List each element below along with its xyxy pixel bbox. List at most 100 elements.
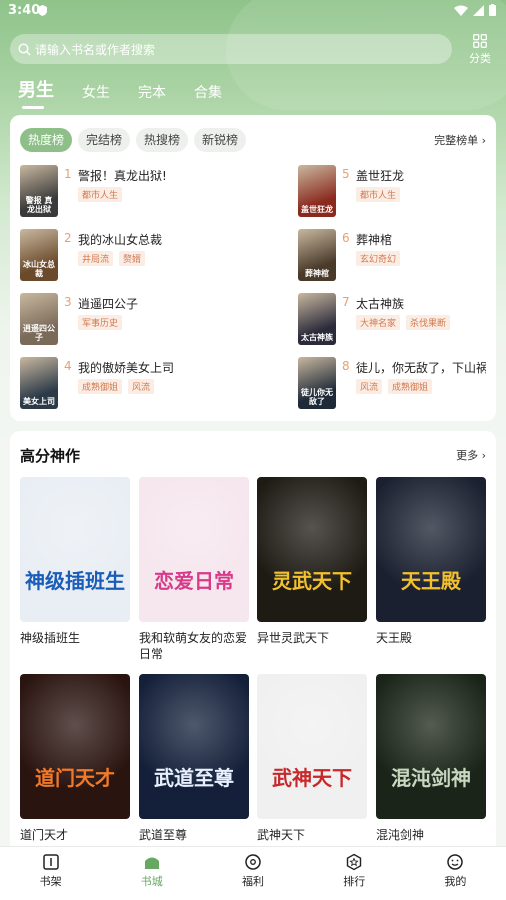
book-title: 我的傲娇美女上司 [78, 361, 175, 375]
nav-bookshelf[interactable]: 书架 [0, 847, 101, 900]
nav-label: 排行 [343, 875, 366, 888]
book-card[interactable]: 神级插班生 神级插班生 [20, 477, 130, 646]
full-ranking-link[interactable]: 完整榜单 › [434, 132, 486, 148]
book-tags: 都市人生 [356, 187, 401, 202]
tab-female[interactable]: 女生 [82, 82, 110, 102]
book-cover: 盖世狂龙 [298, 165, 336, 217]
ranking-item[interactable]: 逍遥四公子 3 逍遥四公子 军事历史 [20, 293, 240, 345]
genre-tag: 玄幻奇幻 [356, 251, 401, 266]
book-tags: 井局流 赘婿 [78, 251, 146, 266]
cover-text: 美女上司 [23, 397, 55, 406]
ranking-item[interactable]: 徒儿你无敌了 8 徒儿，你无敌了，下山祸 风流 成熟御姐 [298, 357, 506, 409]
book-cover: 灵武天下 [257, 477, 367, 622]
rank-number: 7 [342, 295, 350, 309]
ranking-item[interactable]: 美女上司 4 我的傲娇美女上司 成熟御姐 风流 [20, 357, 240, 409]
bookshelf-icon [42, 854, 59, 870]
book-card[interactable]: 武道至尊 武道至尊 [139, 674, 249, 843]
nav-profile[interactable]: 我的 [405, 847, 506, 900]
book-title: 警报！真龙出狱! [78, 169, 167, 183]
ranking-item[interactable]: 盖世狂龙 5 盖世狂龙 都市人生 [298, 165, 506, 217]
book-tags: 风流 成熟御姐 [356, 379, 433, 394]
genre-tag: 赘婿 [119, 251, 146, 266]
nav-ranking[interactable]: 排行 [304, 847, 405, 900]
book-cover: 天王殿 [376, 477, 486, 622]
welfare-icon [245, 854, 261, 870]
genre-tag: 成熟御姐 [388, 379, 433, 394]
ranking-icon [347, 853, 362, 871]
chip-trending-search[interactable]: 热搜榜 [136, 128, 189, 152]
nav-welfare[interactable]: 福利 [202, 847, 303, 900]
rank-number: 5 [342, 167, 350, 181]
category-button[interactable]: 分类 [466, 34, 494, 66]
book-title: 道门天才 [20, 828, 69, 842]
high-score-section: 高分神作 更多 › 神级插班生 神级插班生 恋爱日常 我和软萌女友的恋爱日常 灵武天下异… [10, 431, 496, 851]
book-title: 武神天下 [257, 828, 306, 842]
ranking-item[interactable]: 警报 真龙出狱 1 警报！真龙出狱! 都市人生 [20, 165, 240, 217]
channel-tabs: 男生 女生 完本 合集 [18, 76, 250, 109]
book-title: 天王殿 [376, 631, 413, 645]
profile-icon [447, 854, 464, 870]
book-title: 盖世狂龙 [356, 169, 405, 183]
chip-new[interactable]: 新锐榜 [194, 128, 247, 152]
ranking-item[interactable]: 葬神棺 6 葬神棺 玄幻奇幻 [298, 229, 506, 281]
grid-icon [473, 34, 487, 48]
nav-label: 我的 [444, 875, 467, 888]
book-title: 异世灵武天下 [257, 631, 330, 645]
more-label: 更多 [456, 449, 479, 462]
book-title: 太古神族 [356, 297, 405, 311]
genre-tag: 井局流 [78, 251, 114, 266]
cover-text: 恋爱日常 [154, 569, 234, 593]
nav-label: 书城 [140, 875, 163, 888]
book-title: 武道至尊 [139, 828, 188, 842]
book-card[interactable]: 武神天下 武神天下 [257, 674, 367, 843]
book-card[interactable]: 混沌剑神 混沌剑神 [376, 674, 486, 843]
book-title: 我的冰山女总裁 [78, 233, 163, 247]
rank-number: 3 [64, 295, 72, 309]
book-cover: 武神天下 [257, 674, 367, 819]
nav-bookstore[interactable]: 书城 [101, 847, 202, 900]
cover-text: 神级插班生 [25, 569, 125, 593]
book-cover: 冰山女总裁 [20, 229, 58, 281]
status-indicators [454, 4, 496, 16]
chip-finished[interactable]: 完结榜 [78, 128, 131, 152]
genre-tag: 都市人生 [78, 187, 123, 202]
book-card[interactable]: 天王殿 天王殿 [376, 477, 486, 646]
genre-tag: 杀伐果断 [406, 315, 451, 330]
tab-collection[interactable]: 合集 [194, 82, 222, 102]
more-link[interactable]: 更多 › [456, 447, 486, 463]
search-icon [18, 42, 31, 55]
chip-hot[interactable]: 热度榜 [20, 128, 73, 152]
book-cover: 葬神棺 [298, 229, 336, 281]
tab-male[interactable]: 男生 [18, 76, 54, 109]
ranking-item[interactable]: 太古神族 7 太古神族 大神名家 杀伐果断 [298, 293, 506, 345]
book-cover: 神级插班生 [20, 477, 130, 622]
cover-text: 盖世狂龙 [301, 205, 333, 214]
cover-text: 冰山女总裁 [23, 260, 55, 278]
bookstore-icon [144, 857, 159, 869]
book-cover: 美女上司 [20, 357, 58, 409]
cover-text: 道门天才 [35, 766, 115, 790]
rank-number: 8 [342, 359, 350, 373]
genre-tag: 风流 [128, 379, 155, 394]
section-title: 高分神作 [20, 447, 81, 465]
cover-text: 警报 真龙出狱 [25, 196, 53, 214]
ranking-item[interactable]: 冰山女总裁 2 我的冰山女总裁 井局流 赘婿 [20, 229, 240, 281]
cover-text: 逍遥四公子 [23, 324, 55, 342]
rank-number: 2 [64, 231, 72, 245]
book-cover: 逍遥四公子 [20, 293, 58, 345]
book-cover: 道门天才 [20, 674, 130, 819]
book-tags: 都市人生 [78, 187, 123, 202]
genre-tag: 成熟御姐 [78, 379, 123, 394]
ranking-card: 热度榜 完结榜 热搜榜 新锐榜 完整榜单 › 警报 真龙出狱 1 警报！真龙出狱! 都… [10, 115, 496, 421]
cover-text: 武道至尊 [154, 766, 234, 790]
category-label: 分类 [469, 52, 491, 65]
book-card[interactable]: 恋爱日常 我和软萌女友的恋爱日常 [139, 477, 249, 662]
ranking-chips: 热度榜 完结榜 热搜榜 新锐榜 [20, 128, 247, 152]
tab-completed[interactable]: 完本 [138, 82, 166, 102]
book-card[interactable]: 灵武天下异世灵武天下 [257, 477, 367, 646]
book-card[interactable]: 道门天才 道门天才 [20, 674, 130, 843]
book-title: 混沌剑神 [376, 828, 425, 842]
nav-label: 书架 [39, 875, 62, 888]
search-input[interactable]: 请输入书名或作者搜索 [10, 34, 452, 64]
book-tags: 军事历史 [78, 315, 123, 330]
